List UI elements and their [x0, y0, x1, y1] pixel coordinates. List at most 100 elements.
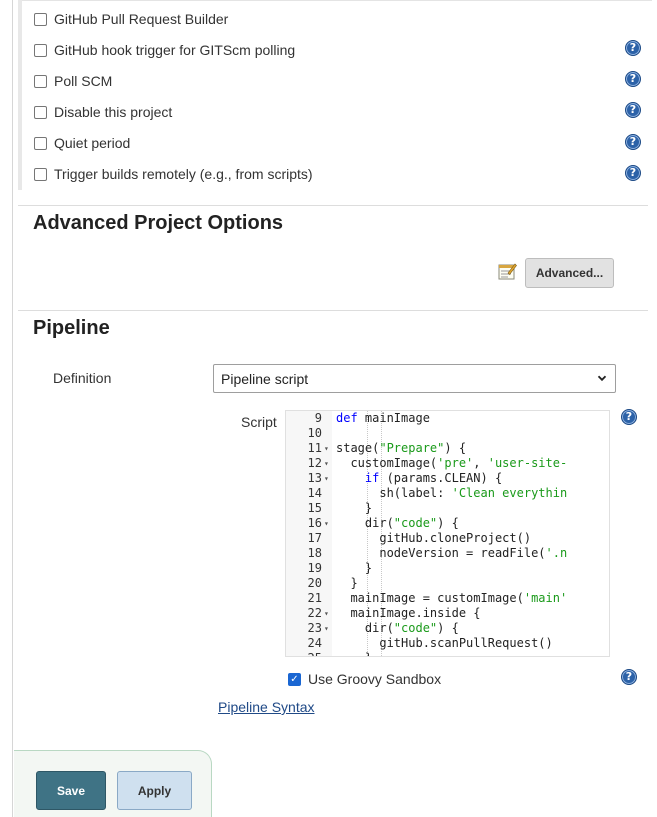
pipeline-syntax-link[interactable]: Pipeline Syntax	[218, 699, 315, 715]
code-text: nodeVersion = readFile('.n	[336, 546, 568, 560]
fold-arrow-icon[interactable]: ▾	[324, 471, 329, 486]
code-line: 22 ▾ mainImage.inside {	[286, 606, 609, 621]
code-text: gitHub.scanPullRequest()	[336, 636, 553, 650]
help-icon[interactable]: ?	[621, 669, 637, 685]
advanced-options-title: Advanced Project Options	[33, 212, 284, 234]
line-number: 12	[307, 456, 322, 470]
code-text: dir("code") {	[336, 516, 459, 530]
code-text: }	[336, 576, 358, 590]
advanced-button[interactable]: Advanced...	[525, 258, 614, 288]
fold-arrow-icon[interactable]: ▾	[324, 651, 329, 656]
line-number: 19	[307, 561, 322, 575]
trigger-checkbox[interactable]	[34, 105, 47, 119]
fold-arrow-icon[interactable]: ▾	[324, 516, 329, 531]
code-line: 9 def mainImage	[286, 411, 609, 426]
trigger-checkbox[interactable]	[34, 74, 47, 88]
groovy-sandbox-label: Use Groovy Sandbox	[308, 671, 442, 687]
code-line: 15 }	[286, 501, 609, 516]
trigger-github-hook[interactable]: GitHub hook trigger for GITScm polling	[34, 39, 644, 61]
line-number: 10	[307, 426, 322, 440]
line-number: 17	[307, 531, 322, 545]
code-text: mainImage.inside {	[336, 606, 481, 620]
fold-arrow-icon[interactable]: ▾	[324, 456, 329, 471]
line-number: 11	[307, 441, 322, 455]
groovy-sandbox-option[interactable]: ✓ Use Groovy Sandbox	[288, 671, 441, 687]
code-text: }	[336, 501, 373, 515]
code-line: 13 ▾ if (params.CLEAN) {	[286, 471, 609, 486]
definition-label: Definition	[53, 370, 112, 386]
line-number: 21	[307, 591, 322, 605]
code-line: 10	[286, 426, 609, 441]
code-text: }	[336, 651, 372, 656]
trigger-github-pr-builder[interactable]: GitHub Pull Request Builder	[34, 8, 644, 30]
build-triggers-section: GitHub Pull Request Builder GitHub hook …	[22, 0, 652, 190]
notepad-icon	[498, 263, 517, 280]
trigger-quiet-period[interactable]: Quiet period	[34, 132, 644, 154]
save-button[interactable]: Save	[36, 771, 106, 810]
groovy-sandbox-checkbox[interactable]: ✓	[288, 672, 301, 686]
help-icon[interactable]: ?	[625, 165, 641, 181]
code-line: 16 ▾ dir("code") {	[286, 516, 609, 531]
code-text: }	[336, 561, 373, 575]
code-line: 20 }	[286, 576, 609, 591]
line-number: 9	[314, 411, 322, 425]
code-line: 24 gitHub.scanPullRequest()	[286, 636, 609, 651]
definition-value: Pipeline script	[221, 370, 309, 387]
code-line: 25▾ }	[286, 651, 609, 656]
code-line: 12 ▾ customImage('pre', 'user-site-	[286, 456, 609, 471]
line-number: 25	[286, 651, 322, 656]
line-number: 14	[307, 486, 322, 500]
help-icon[interactable]: ?	[625, 134, 641, 150]
line-number: 18	[307, 546, 322, 560]
line-number: 16	[307, 516, 322, 530]
trigger-label: GitHub hook trigger for GITScm polling	[54, 42, 296, 58]
line-number: 13	[307, 471, 322, 485]
trigger-poll-scm[interactable]: Poll SCM	[34, 70, 644, 92]
trigger-label: Trigger builds remotely (e.g., from scri…	[54, 166, 313, 182]
help-icon[interactable]: ?	[621, 409, 637, 425]
trigger-checkbox[interactable]	[34, 43, 47, 57]
fold-arrow-icon[interactable]: ▾	[324, 606, 329, 621]
section-divider	[18, 310, 648, 311]
trigger-builds-remotely[interactable]: Trigger builds remotely (e.g., from scri…	[34, 163, 644, 185]
section-divider	[18, 205, 648, 206]
script-editor[interactable]: 9 def mainImage 10 11 ▾ stage("Prepare") {12 ▾…	[285, 410, 610, 657]
code-text: gitHub.cloneProject()	[336, 531, 532, 545]
line-number: 24	[307, 636, 322, 650]
code-text: dir("code") {	[336, 621, 459, 635]
help-icon[interactable]: ?	[625, 102, 641, 118]
code-line: 11 ▾ stage("Prepare") {	[286, 441, 609, 456]
code-line: 19 }	[286, 561, 609, 576]
trigger-label: Disable this project	[54, 104, 173, 120]
code-text: sh(label: 'Clean everythin	[336, 486, 568, 500]
trigger-label: Quiet period	[54, 135, 131, 151]
line-number: 23	[307, 621, 322, 635]
trigger-label: Poll SCM	[54, 73, 113, 89]
definition-select[interactable]: Pipeline script	[213, 364, 616, 393]
code-line: 14 sh(label: 'Clean everythin	[286, 486, 609, 501]
trigger-checkbox[interactable]	[34, 12, 47, 26]
trigger-checkbox[interactable]	[34, 136, 47, 150]
trigger-checkbox[interactable]	[34, 167, 47, 181]
code-text: customImage('pre', 'user-site-	[336, 456, 568, 470]
line-number: 15	[307, 501, 322, 515]
left-border	[12, 0, 13, 817]
code-line: 17 gitHub.cloneProject()	[286, 531, 609, 546]
help-icon[interactable]: ?	[625, 40, 641, 56]
apply-button[interactable]: Apply	[117, 771, 192, 810]
script-label: Script	[241, 414, 277, 430]
code-line: 23 ▾ dir("code") {	[286, 621, 609, 636]
line-number: 20	[307, 576, 322, 590]
trigger-label: GitHub Pull Request Builder	[54, 11, 229, 27]
code-line: 18 nodeVersion = readFile('.n	[286, 546, 609, 561]
code-text: mainImage = customImage('main'	[336, 591, 568, 605]
trigger-disable-project[interactable]: Disable this project	[34, 101, 644, 123]
help-icon[interactable]: ?	[625, 71, 641, 87]
code-text: stage("Prepare") {	[336, 441, 467, 455]
line-number: 22	[307, 606, 322, 620]
code-text: if (params.CLEAN) {	[364, 471, 503, 485]
fold-arrow-icon[interactable]: ▾	[324, 621, 329, 636]
code-text: def mainImage	[336, 411, 430, 425]
fold-arrow-icon[interactable]: ▾	[324, 441, 329, 456]
code-line: 21 mainImage = customImage('main'	[286, 591, 609, 606]
